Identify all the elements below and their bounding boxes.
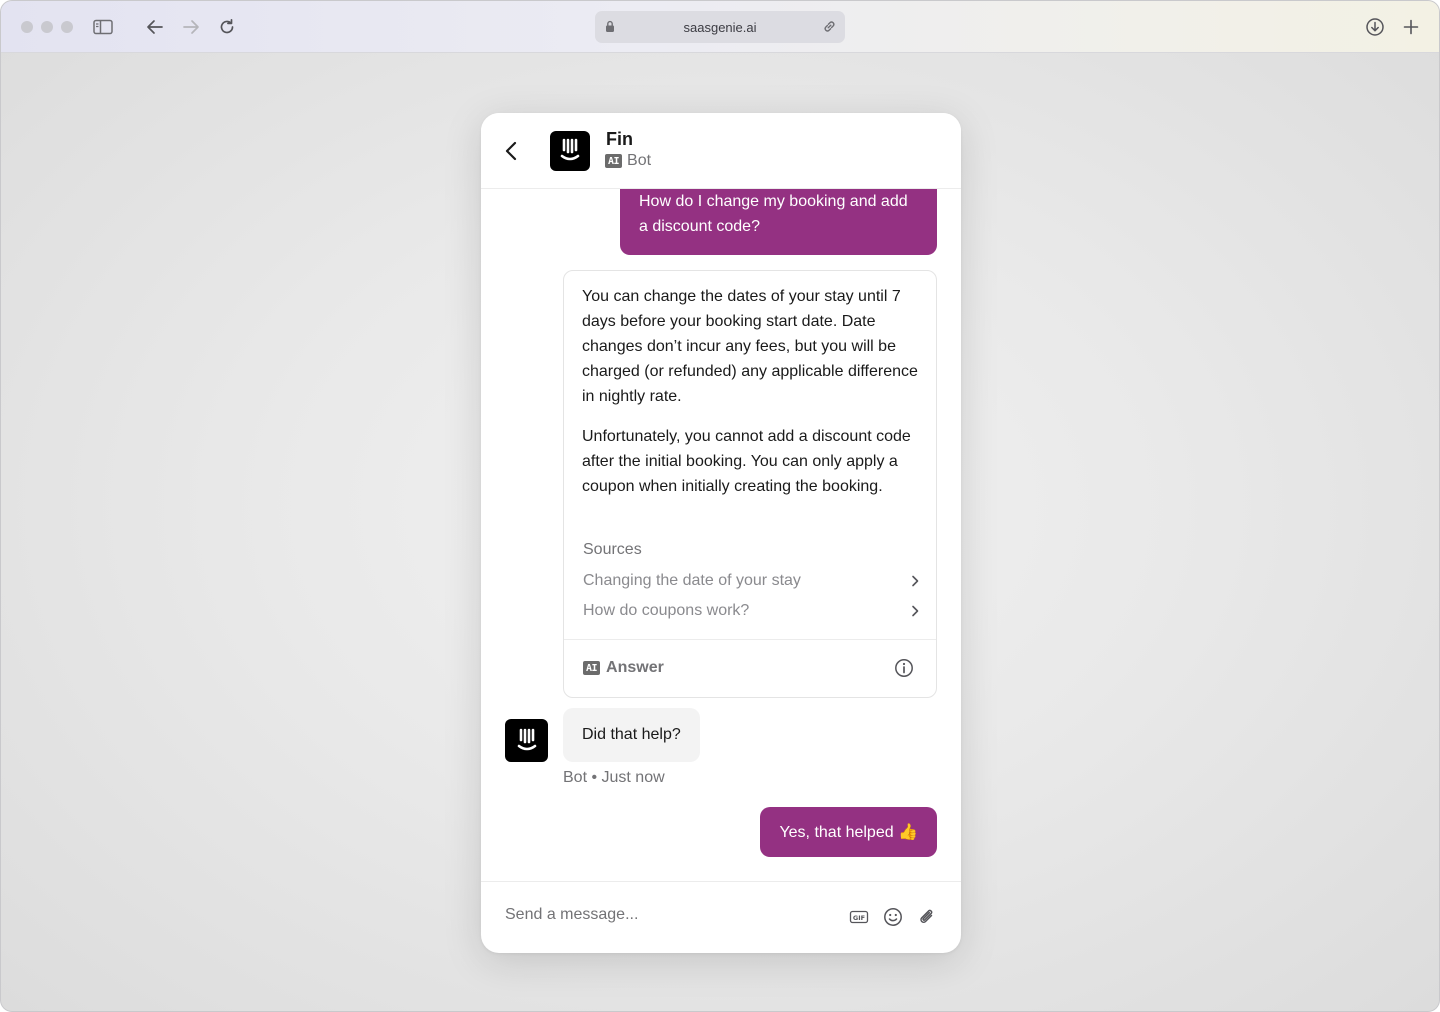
message-meta: Bot • Just now: [563, 769, 665, 786]
answer-paragraph: Unfortunately, you cannot add a discount…: [582, 428, 911, 495]
chevron-right-icon: [912, 605, 919, 617]
bot-name: Fin: [606, 129, 633, 149]
ai-answer-label: AI Answer: [583, 659, 664, 677]
address-bar[interactable]: saasgenie.ai: [595, 11, 845, 43]
lock-icon: [605, 20, 615, 38]
close-window-button[interactable]: [21, 21, 33, 33]
answer-label: Answer: [606, 659, 664, 676]
source-link-label: Changing the date of your stay: [583, 572, 801, 589]
bot-message: Did that help?: [563, 708, 700, 762]
back-button[interactable]: [497, 137, 525, 165]
user-message: How do I change my booking and add a dis…: [620, 189, 937, 255]
fin-avatar: [550, 131, 590, 171]
source-link[interactable]: Changing the date of your stay: [583, 567, 919, 595]
ai-badge: AI: [605, 154, 623, 168]
ai-badge: AI: [583, 661, 601, 675]
message-composer[interactable]: Send a message... GIF: [481, 881, 961, 953]
user-message: Yes, that helped 👍: [760, 807, 937, 857]
source-link[interactable]: How do coupons work?: [583, 597, 919, 625]
attachment-icon[interactable]: [916, 906, 938, 928]
back-arrow-icon[interactable]: [143, 15, 167, 39]
bot-avatar: [505, 719, 548, 762]
answer-paragraph: You can change the dates of your stay un…: [582, 288, 918, 405]
gif-icon[interactable]: GIF: [848, 906, 870, 928]
info-icon[interactable]: [894, 658, 914, 683]
minimize-window-button[interactable]: [41, 21, 53, 33]
messenger-header: Fin AI Bot: [481, 113, 961, 189]
share-link-icon[interactable]: [822, 19, 837, 39]
emoji-icon[interactable]: [882, 906, 904, 928]
answer-footer: AI Answer: [564, 639, 936, 697]
messenger-panel: Fin AI Bot How do I change my booking an…: [481, 113, 961, 953]
user-message-text: How do I change my booking and add a dis…: [639, 193, 908, 235]
intercom-logo-icon: [560, 138, 580, 161]
new-tab-icon[interactable]: [1399, 15, 1423, 39]
browser-toolbar: saasgenie.ai: [1, 1, 1439, 53]
user-message-text: Yes, that helped 👍: [779, 823, 918, 841]
downloads-icon[interactable]: [1363, 15, 1387, 39]
source-link-label: How do coupons work?: [583, 602, 750, 619]
sources-title: Sources: [583, 541, 642, 558]
bot-subtitle: AI Bot: [605, 152, 651, 170]
browser-window: saasgenie.ai Fin AI Bot How do I change …: [0, 0, 1440, 1012]
answer-card: You can change the dates of your stay un…: [563, 270, 937, 698]
gif-icon-label: GIF: [853, 914, 865, 922]
sidebar-toggle-icon[interactable]: [91, 15, 115, 39]
chevron-right-icon: [912, 575, 919, 587]
zoom-window-button[interactable]: [61, 21, 73, 33]
intercom-logo-icon: [517, 728, 536, 750]
forward-arrow-icon[interactable]: [179, 15, 203, 39]
bot-role: Bot: [627, 152, 652, 169]
address-url: saasgenie.ai: [683, 19, 757, 35]
bot-message-text: Did that help?: [582, 726, 681, 743]
message-input[interactable]: Send a message...: [505, 906, 638, 924]
reload-icon[interactable]: [215, 15, 239, 39]
